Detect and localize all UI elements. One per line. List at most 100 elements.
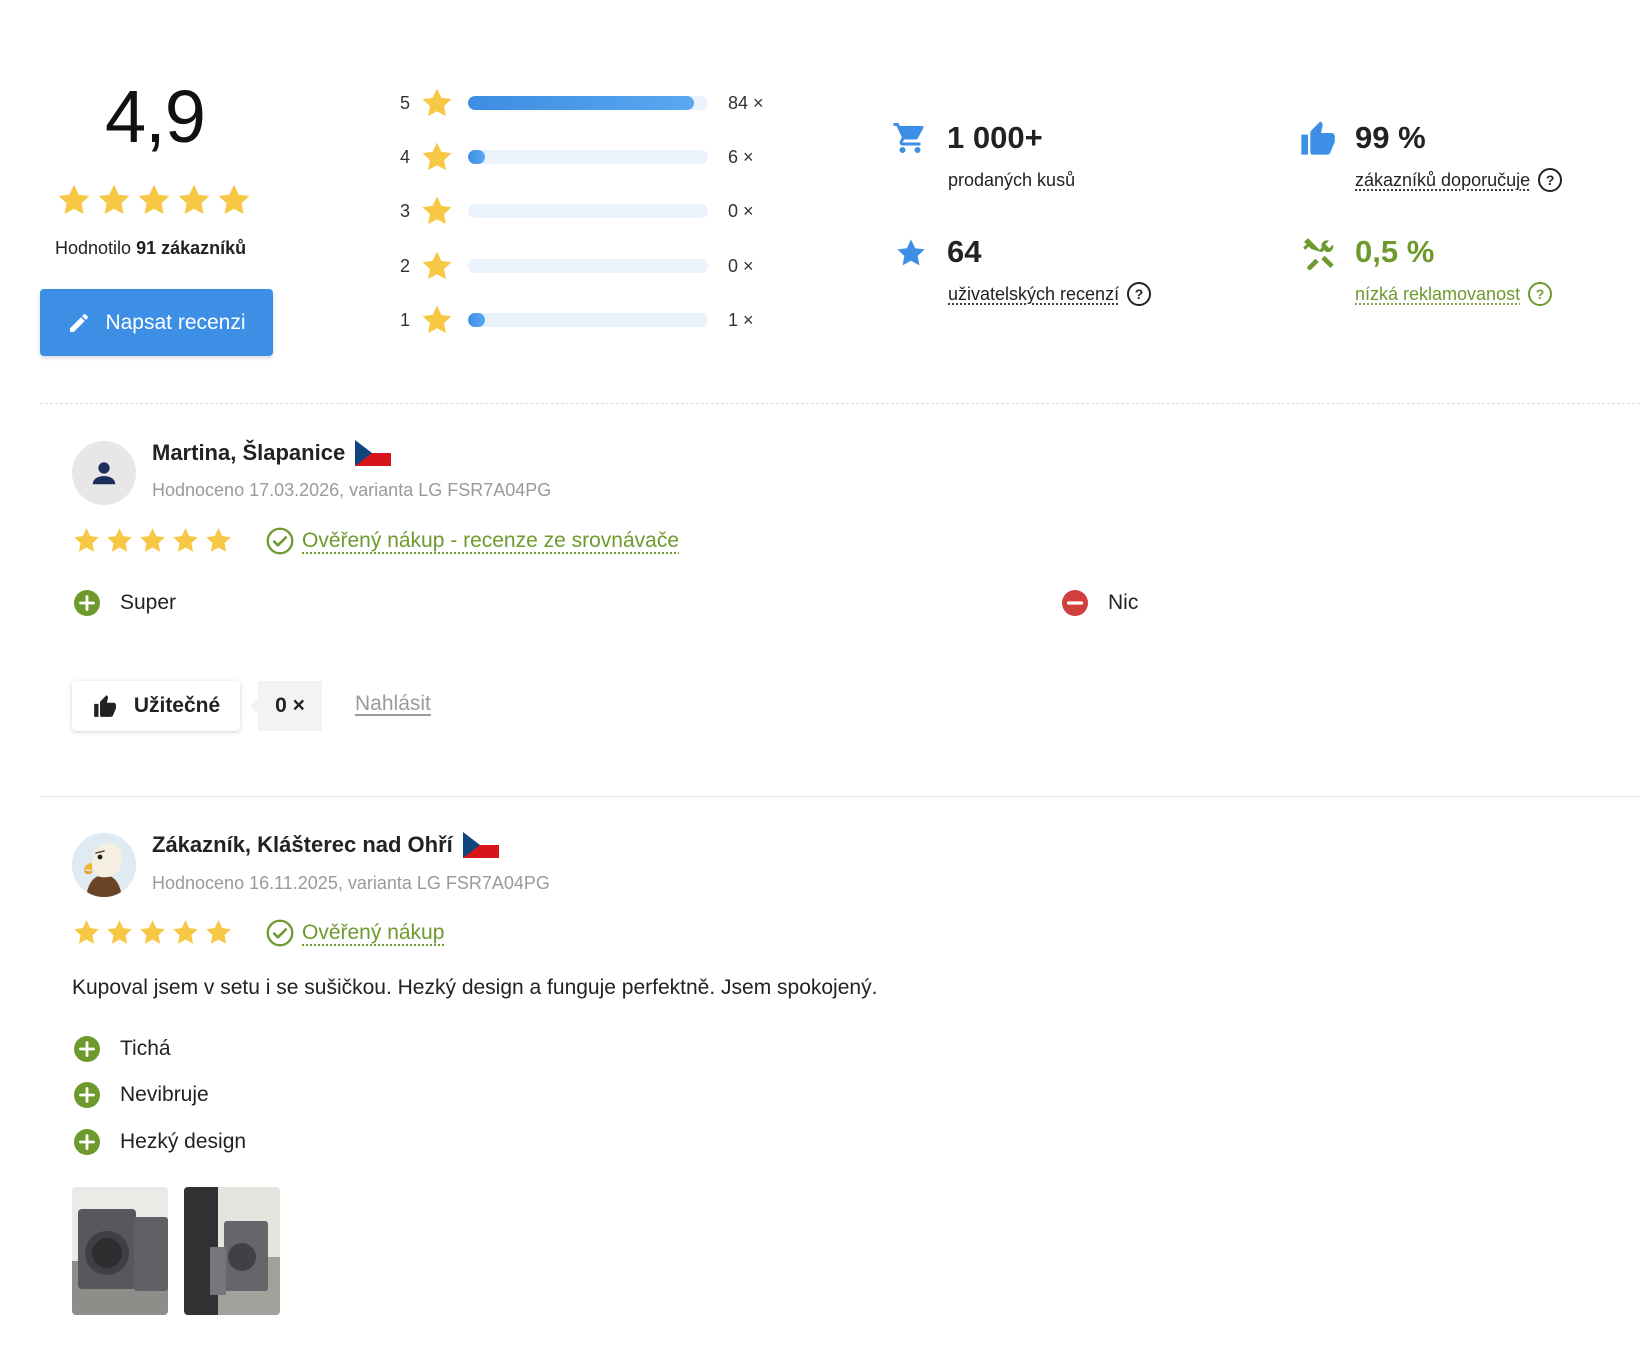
thumbs-up-icon <box>92 693 118 719</box>
distribution-bar <box>468 204 708 218</box>
star-icon <box>204 526 233 555</box>
minus-circle-icon <box>1062 590 1088 616</box>
useful-label: Užitečné <box>133 694 221 717</box>
rated-by-text: Hodnotilo 91 zákazníků <box>55 238 246 259</box>
plus-circle-icon <box>74 1036 100 1062</box>
star-icon <box>420 303 454 337</box>
help-icon[interactable]: ? <box>1528 282 1553 306</box>
pro-item: Tichá <box>74 1036 171 1062</box>
thumbs-up-icon <box>1298 118 1338 158</box>
review-author: Martina, Šlapanice <box>152 440 391 466</box>
help-icon[interactable]: ? <box>1127 282 1152 306</box>
distribution-bar-fill <box>468 96 694 110</box>
tools-icon <box>1303 238 1334 271</box>
review-photo-thumbnail[interactable] <box>184 1187 280 1315</box>
pro-text: Hezký design <box>120 1130 247 1153</box>
distribution-bar <box>468 313 708 327</box>
star-icon <box>420 140 454 174</box>
review-meta: Hodnoceno 16.11.2025, varianta LG FSR7A0… <box>152 873 550 893</box>
plus-circle-icon <box>74 1082 100 1108</box>
star-icon <box>420 249 454 283</box>
distribution-count: 0 × <box>728 255 754 276</box>
pro-item: Nevibruje <box>74 1082 209 1108</box>
star-icon <box>171 526 200 555</box>
star-icon <box>138 918 167 947</box>
distribution-row: 1 1 × <box>400 300 754 340</box>
review-photo-thumbnail[interactable] <box>72 1187 168 1315</box>
reviews-info[interactable]: uživatelských recenzí ? <box>948 282 1152 306</box>
sold-value: 1 000+ <box>947 120 1043 155</box>
distribution-bar <box>468 150 708 164</box>
recommend-value: 99 % <box>1355 120 1426 155</box>
review-stars <box>72 526 233 555</box>
pro-item: Super <box>74 590 176 616</box>
avatar <box>72 833 136 897</box>
verified-label: Ověřený nákup - recenze ze srovnávače <box>302 529 680 552</box>
complaints-label: nízká reklamovanost <box>1355 283 1521 304</box>
washer-photo-icon <box>72 1187 168 1315</box>
recommend-info[interactable]: zákazníků doporučuje ? <box>1355 168 1563 192</box>
distribution-bar <box>468 259 708 273</box>
star-icon <box>136 182 172 218</box>
pro-item: Hezký design <box>74 1129 246 1155</box>
distribution-count: 6 × <box>728 146 754 167</box>
eagle-avatar-icon <box>72 833 136 897</box>
reviews-label: uživatelských recenzí <box>948 283 1120 304</box>
report-link[interactable]: Nahlásit <box>355 692 431 716</box>
author-name: Zákazník, Klášterec nad Ohří <box>152 832 453 857</box>
review-stars <box>72 918 233 947</box>
star-icon <box>56 182 92 218</box>
pro-text: Tichá <box>120 1037 171 1060</box>
star-icon <box>897 239 925 266</box>
czech-flag-icon <box>463 832 499 858</box>
pro-text: Nevibruje <box>120 1083 209 1106</box>
write-review-label: Napsat recenzi <box>105 310 246 334</box>
star-icon <box>420 86 454 120</box>
distribution-count: 1 × <box>728 309 754 330</box>
star-icon <box>176 182 212 218</box>
sold-label: prodaných kusů <box>948 170 1076 190</box>
complaints-info[interactable]: nízká reklamovanost ? <box>1355 282 1553 306</box>
complaints-value: 0,5 % <box>1355 234 1435 269</box>
distribution-row: 3 0 × <box>400 191 754 231</box>
distribution-stars: 1 <box>400 309 411 330</box>
distribution-stars: 4 <box>400 146 411 167</box>
average-rating: 4,9 <box>105 75 206 158</box>
plus-circle-icon <box>74 590 100 616</box>
reviews-value: 64 <box>947 234 982 269</box>
star-icon <box>216 182 252 218</box>
star-icon <box>72 526 101 555</box>
star-icon <box>138 526 167 555</box>
distribution-stars: 2 <box>400 255 411 276</box>
distribution-row: 2 0 × <box>400 246 754 286</box>
distribution-bar-fill <box>468 313 485 327</box>
distribution-row: 5 84 × <box>400 83 764 123</box>
useful-count: 0 × <box>250 681 322 731</box>
write-review-button[interactable]: Napsat recenzi <box>40 289 273 356</box>
pencil-icon <box>70 313 89 332</box>
washer-photo-icon <box>184 1187 280 1315</box>
avatar <box>72 441 136 505</box>
help-icon[interactable]: ? <box>1538 168 1563 192</box>
useful-button[interactable]: Užitečné <box>72 681 240 731</box>
review-author: Zákazník, Klášterec nad Ohří <box>152 832 499 858</box>
average-stars <box>56 182 252 218</box>
star-icon <box>72 918 101 947</box>
recommend-label: zákazníků doporučuje <box>1355 169 1531 190</box>
plus-circle-icon <box>74 1129 100 1155</box>
star-icon <box>105 918 134 947</box>
review-text: Kupoval jsem v setu i se sušičkou. Hezký… <box>72 976 878 999</box>
star-icon <box>96 182 132 218</box>
distribution-stars: 3 <box>400 200 411 221</box>
check-circle-icon <box>266 919 294 947</box>
star-icon <box>105 526 134 555</box>
verified-purchase-link[interactable]: Ověřený nákup - recenze ze srovnávače <box>266 527 679 555</box>
distribution-bar-fill <box>468 150 485 164</box>
person-icon <box>92 462 116 485</box>
verified-label: Ověřený nákup <box>302 921 445 944</box>
con-text: Nic <box>1108 591 1139 614</box>
author-name: Martina, Šlapanice <box>152 440 346 465</box>
verified-purchase-link[interactable]: Ověřený nákup <box>266 919 444 947</box>
star-icon <box>204 918 233 947</box>
rated-by-prefix: Hodnotilo <box>55 238 137 258</box>
